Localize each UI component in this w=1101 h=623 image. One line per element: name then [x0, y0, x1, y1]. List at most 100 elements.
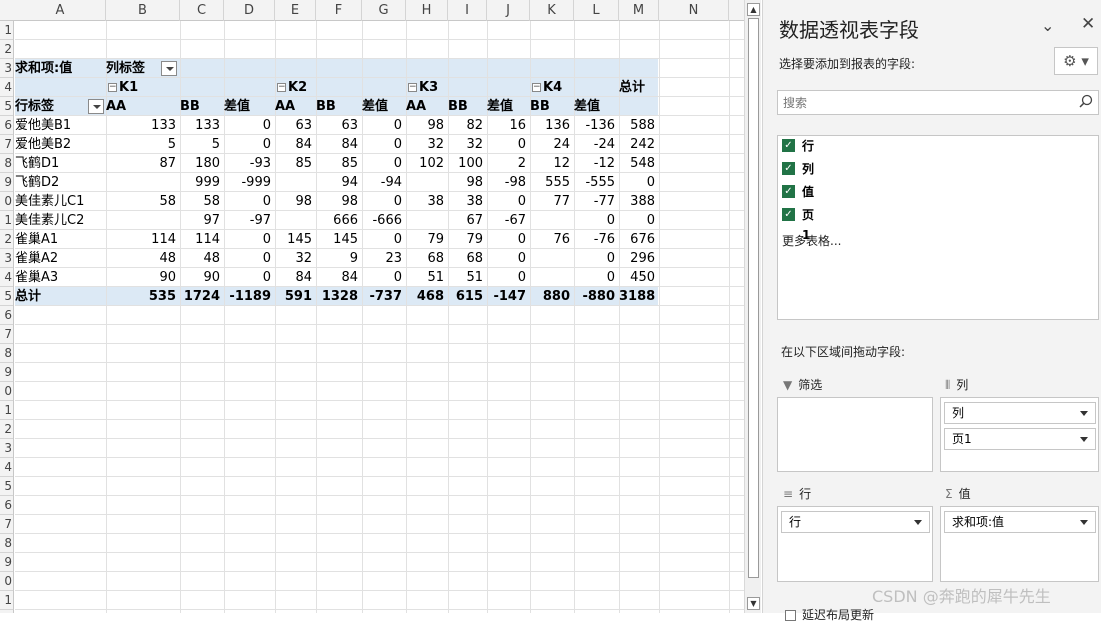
pivot-sub-header[interactable]: BB: [180, 97, 224, 116]
vertical-scrollbar[interactable]: ▲ ▼: [744, 0, 761, 613]
pivot-value-cell[interactable]: 0: [362, 135, 406, 154]
pivot-value-cell[interactable]: 32: [275, 249, 316, 268]
more-tables-link[interactable]: 更多表格...: [782, 232, 841, 249]
scroll-down-icon[interactable]: ▼: [747, 597, 760, 610]
search-box[interactable]: [777, 90, 1099, 115]
pivot-value-cell[interactable]: 136: [530, 116, 574, 135]
pivot-sub-header[interactable]: BB: [530, 97, 574, 116]
pivot-value-cell[interactable]: 67: [448, 211, 487, 230]
pivot-value-cell[interactable]: -67: [487, 211, 530, 230]
pivot-row-label-cell[interactable]: 美佳素儿C1: [15, 192, 106, 211]
pivot-value-cell[interactable]: 676: [619, 230, 659, 249]
pivot-value-cell[interactable]: 23: [362, 249, 406, 268]
row-header[interactable]: 7: [0, 135, 13, 154]
pivot-value-cell[interactable]: -136: [574, 116, 619, 135]
column-header[interactable]: C: [180, 0, 224, 21]
pivot-value-cell[interactable]: 180: [180, 154, 224, 173]
pivot-value-cell[interactable]: 0: [362, 116, 406, 135]
pivot-total-cell[interactable]: 880: [530, 287, 574, 306]
search-input[interactable]: [778, 91, 1058, 114]
pivot-total-cell[interactable]: -880: [574, 287, 619, 306]
row-header[interactable]: 6: [0, 116, 13, 135]
pivot-value-cell[interactable]: -77: [574, 192, 619, 211]
pivot-total-cell[interactable]: 468: [406, 287, 448, 306]
column-header[interactable]: N: [659, 0, 729, 21]
pivot-value-cell[interactable]: 82: [448, 116, 487, 135]
pivot-value-cell[interactable]: -555: [574, 173, 619, 192]
pivot-value-cell[interactable]: 12: [530, 154, 574, 173]
row-header[interactable]: 2: [0, 230, 13, 249]
pivot-value-cell[interactable]: 63: [316, 116, 362, 135]
pivot-value-cell[interactable]: 102: [406, 154, 448, 173]
column-header[interactable]: I: [448, 0, 487, 21]
collapse-icon[interactable]: −: [532, 83, 541, 92]
row-header[interactable]: 6: [0, 496, 13, 515]
column-header[interactable]: A: [15, 0, 106, 21]
row-header[interactable]: 4: [0, 78, 13, 97]
pivot-value-cell[interactable]: 0: [224, 192, 275, 211]
pivot-value-cell[interactable]: 0: [224, 268, 275, 287]
search-icon[interactable]: [1079, 94, 1093, 108]
pivot-value-cell[interactable]: 296: [619, 249, 659, 268]
pivot-value-cell[interactable]: 114: [180, 230, 224, 249]
pivot-value-cell[interactable]: 90: [180, 268, 224, 287]
collapse-icon[interactable]: −: [408, 83, 417, 92]
defer-update-checkbox[interactable]: 延迟布局更新: [785, 606, 874, 623]
pivot-value-cell[interactable]: -98: [487, 173, 530, 192]
pivot-row-label-cell[interactable]: 雀巢A2: [15, 249, 106, 268]
chevron-down-icon[interactable]: ⌄: [1041, 16, 1054, 35]
pivot-value-cell[interactable]: 145: [316, 230, 362, 249]
scroll-up-icon[interactable]: ▲: [747, 3, 760, 16]
pivot-total-cell[interactable]: 615: [448, 287, 487, 306]
pivot-row-label-cell[interactable]: 雀巢A1: [15, 230, 106, 249]
pivot-value-cell[interactable]: 51: [448, 268, 487, 287]
row-header[interactable]: 1: [0, 211, 13, 230]
row-label-filter-button[interactable]: [88, 99, 104, 114]
pivot-value-cell[interactable]: -94: [362, 173, 406, 192]
pivot-value-cell[interactable]: 84: [316, 268, 362, 287]
checkbox-checked-icon[interactable]: ✓: [782, 162, 795, 175]
pivot-value-cell[interactable]: [406, 173, 448, 192]
pivot-value-cell[interactable]: 0: [487, 249, 530, 268]
dropdown-arrow-icon[interactable]: [1080, 437, 1088, 442]
pivot-value-cell[interactable]: 0: [574, 211, 619, 230]
pivot-value-cell[interactable]: 9: [316, 249, 362, 268]
gear-icon[interactable]: ⚙ ▾: [1054, 47, 1098, 75]
pivot-value-cell[interactable]: 388: [619, 192, 659, 211]
pivot-value-cell[interactable]: 666: [316, 211, 362, 230]
pivot-row-label-cell[interactable]: 飞鹤D2: [15, 173, 106, 192]
column-header[interactable]: K: [530, 0, 574, 21]
spreadsheet[interactable]: ABCDEFGHIJKLMN 1234567890123456789012345…: [0, 0, 744, 613]
rows-drop-area[interactable]: 行: [777, 506, 933, 582]
pivot-value-cell[interactable]: 16: [487, 116, 530, 135]
pivot-value-cell[interactable]: [275, 211, 316, 230]
checkbox-icon[interactable]: [785, 610, 796, 621]
pivot-sub-header[interactable]: AA: [106, 97, 180, 116]
pivot-value-cell[interactable]: 84: [316, 135, 362, 154]
pivot-value-cell[interactable]: 63: [275, 116, 316, 135]
row-header[interactable]: 0: [0, 382, 13, 401]
pivot-row-label-cell[interactable]: 飞鹤D1: [15, 154, 106, 173]
pivot-value-cell[interactable]: [530, 249, 574, 268]
row-header[interactable]: 1: [0, 401, 13, 420]
pivot-value-cell[interactable]: 24: [530, 135, 574, 154]
pivot-value-cell[interactable]: 85: [316, 154, 362, 173]
pivot-value-cell[interactable]: 0: [224, 135, 275, 154]
pivot-value-cell[interactable]: 0: [619, 173, 659, 192]
column-header[interactable]: E: [275, 0, 316, 21]
pivot-value-cell[interactable]: [106, 173, 180, 192]
row-header[interactable]: 3: [0, 249, 13, 268]
row-header[interactable]: 5: [0, 287, 13, 306]
pivot-total-label[interactable]: 总计: [15, 287, 106, 306]
column-header[interactable]: B: [106, 0, 180, 21]
pivot-value-caption[interactable]: 求和项:值: [15, 59, 106, 78]
pivot-row-label-cell[interactable]: 美佳素儿C2: [15, 211, 106, 230]
pivot-value-cell[interactable]: 0: [619, 211, 659, 230]
dropdown-arrow-icon[interactable]: [1080, 520, 1088, 525]
pivot-sub-header[interactable]: BB: [316, 97, 362, 116]
pivot-value-cell[interactable]: -999: [224, 173, 275, 192]
row-header[interactable]: 6: [0, 306, 13, 325]
columns-field-pill[interactable]: 列: [944, 402, 1096, 424]
pivot-value-cell[interactable]: 0: [362, 192, 406, 211]
column-header[interactable]: F: [316, 0, 362, 21]
